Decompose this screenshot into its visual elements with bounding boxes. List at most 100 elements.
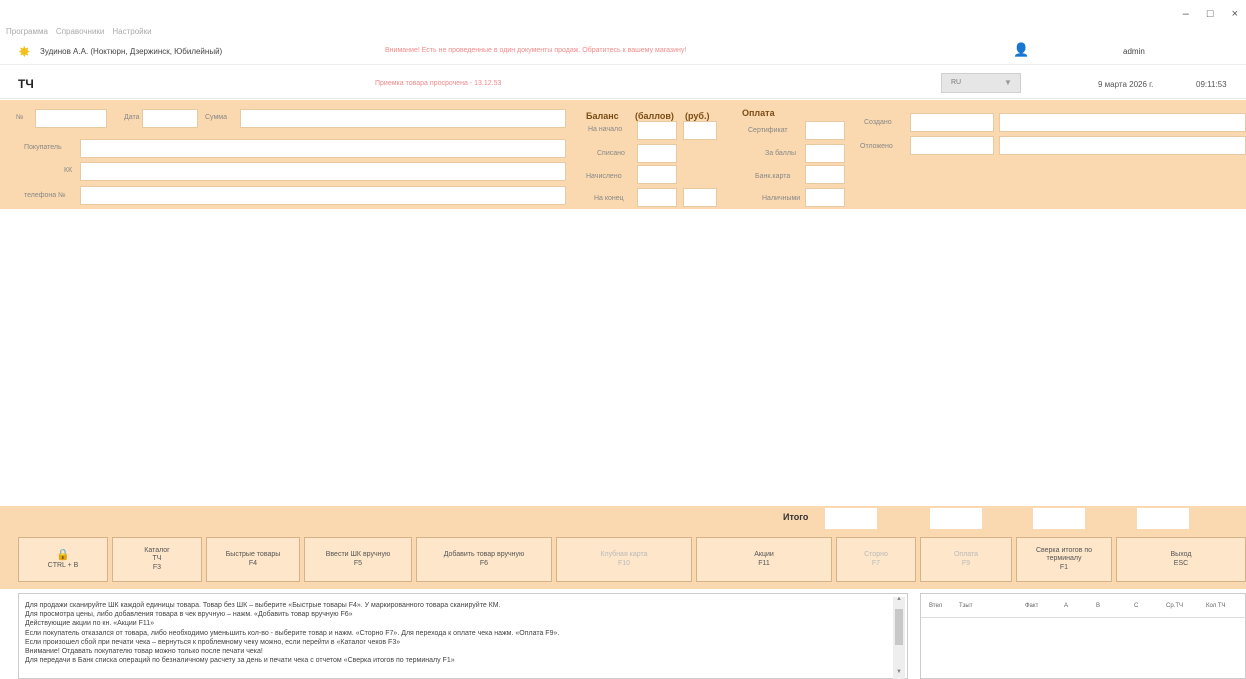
bank-card-field[interactable] <box>805 165 845 184</box>
menu-settings[interactable]: Настройки <box>112 27 151 36</box>
start-label: На начало <box>588 126 623 133</box>
modified-field-2[interactable] <box>999 136 1246 155</box>
kk-field[interactable] <box>80 162 566 181</box>
scroll-up-icon[interactable]: ▲ <box>896 596 902 602</box>
cash-field[interactable] <box>805 188 845 207</box>
payment-button[interactable]: Оплата F9 <box>920 537 1012 582</box>
written-label: Списано <box>597 150 625 157</box>
top-info-bar: ✸ Зудинов А.А. (Ноктюрн, Дзержинск, Юбил… <box>0 39 1246 65</box>
club-card-button[interactable]: Клубная карта F10 <box>556 537 692 582</box>
quick-goods-button[interactable]: Быстрые товары F4 <box>206 537 300 582</box>
items-table[interactable] <box>0 209 1246 506</box>
buyer-label: Покупатель <box>24 144 62 151</box>
start-rub-field[interactable] <box>683 121 717 140</box>
created-field-1[interactable] <box>910 113 994 132</box>
stats-table: Втел Тзыт Факт А В С Ср.ТЧ Кол ТЧ <box>920 593 1246 679</box>
lock-button[interactable]: 🔒 CTRL + B <box>18 537 108 582</box>
accrued-points-field[interactable] <box>637 165 677 184</box>
terminal-reconciliation-button[interactable]: Сверка итогов по терминалу F1 <box>1016 537 1112 582</box>
storno-label: Сторно <box>864 551 888 559</box>
menu-references[interactable]: Справочники <box>56 27 104 36</box>
add-product-shortcut: F6 <box>479 559 489 567</box>
phone-label: телефона № <box>24 192 66 199</box>
total-field-2 <box>930 508 982 529</box>
enter-barcode-button[interactable]: Ввести ШК вручную F5 <box>304 537 412 582</box>
club-card-shortcut: F10 <box>617 559 631 567</box>
end-rub-field[interactable] <box>683 188 717 207</box>
stats-col: А <box>1064 603 1069 609</box>
for-points-label: За баллы <box>765 150 797 157</box>
cert-label: Сертификат <box>748 127 788 134</box>
modified-field-1[interactable] <box>910 136 994 155</box>
close-button[interactable]: × <box>1232 8 1238 20</box>
receipt-form: № Дата Сумма Покупатель КК телефона № Ба… <box>0 100 1246 209</box>
exit-shortcut: ESC <box>1173 559 1189 567</box>
points-header: (баллов) <box>635 111 674 121</box>
help-line: Внимание! Отдавать покупателю товар можн… <box>25 648 263 656</box>
language-select[interactable]: RU ▼ <box>941 73 1021 93</box>
created-field-2[interactable] <box>999 113 1246 132</box>
username: admin <box>1123 47 1145 56</box>
sun-icon: ✸ <box>18 44 31 61</box>
number-field[interactable] <box>35 109 107 128</box>
stats-col: В <box>1096 603 1101 609</box>
accrued-label: Начислено <box>586 173 622 180</box>
help-line: Если покупатель отказался от товара, либ… <box>25 629 560 637</box>
stats-col: С <box>1134 603 1139 609</box>
balance-header: Баланс <box>586 111 619 121</box>
scroll-thumb[interactable] <box>895 609 903 645</box>
scroll-down-icon[interactable]: ▼ <box>896 669 902 675</box>
stats-col: Втел <box>929 603 943 609</box>
catalog-sub: ТЧ <box>152 555 162 563</box>
terminal-reconciliation-label: Сверка итогов по терминалу <box>1035 546 1093 563</box>
stats-col: Ср.ТЧ <box>1166 603 1184 609</box>
help-line: Для просмотра цены, либо добавления това… <box>25 611 353 619</box>
storno-shortcut: F7 <box>871 559 881 567</box>
lock-icon: 🔒 <box>56 548 70 561</box>
modified-label: Отложено <box>860 143 893 150</box>
promotions-button[interactable]: Акции F11 <box>696 537 832 582</box>
date-label: Дата <box>124 114 140 121</box>
cert-field[interactable] <box>805 121 845 140</box>
quick-goods-shortcut: F4 <box>248 559 258 567</box>
bank-card-label: Банк.карта <box>755 173 791 180</box>
promotions-label: Акции <box>754 551 774 559</box>
promotions-shortcut: F11 <box>758 559 770 567</box>
add-product-label: Добавить товар вручную <box>443 551 525 559</box>
store-name: Зудинов А.А. (Ноктюрн, Дзержинск, Юбилей… <box>40 47 223 56</box>
storno-button[interactable]: Сторно F7 <box>836 537 916 582</box>
rub-header: (руб.) <box>685 111 710 121</box>
maximize-button[interactable]: □ <box>1207 8 1214 20</box>
add-product-button[interactable]: Добавить товар вручную F6 <box>416 537 552 582</box>
end-label: На конец <box>594 195 624 202</box>
phone-field[interactable] <box>80 186 566 205</box>
date-field[interactable] <box>142 109 198 128</box>
cash-label: Наличными <box>762 195 801 202</box>
for-points-field[interactable] <box>805 144 845 163</box>
menubar: Программа Справочники Настройки <box>6 27 152 36</box>
totals-bar: Итого <box>0 506 1246 531</box>
buyer-field[interactable] <box>80 139 566 158</box>
help-line: Действующие акции по кн. «Акции F11» <box>25 620 155 628</box>
payment-shortcut: F9 <box>961 559 971 567</box>
end-points-field[interactable] <box>637 188 677 207</box>
written-points-field[interactable] <box>637 144 677 163</box>
exit-button[interactable]: Выход ESC <box>1116 537 1246 582</box>
help-line: Для передачи в Банк списка операций по б… <box>25 657 455 665</box>
stats-header: Втел Тзыт Факт А В С Ср.ТЧ Кол ТЧ <box>921 594 1246 618</box>
catalog-button[interactable]: Каталог ТЧ F3 <box>112 537 202 582</box>
quick-goods-label: Быстрые товары <box>225 551 281 559</box>
menu-program[interactable]: Программа <box>6 27 48 36</box>
lock-shortcut: CTRL + B <box>47 561 79 569</box>
sum-field[interactable] <box>240 109 566 128</box>
help-scrollbar[interactable]: ▲ ▼ <box>893 596 905 679</box>
minimize-button[interactable]: – <box>1183 8 1189 20</box>
user-icon: 👤 <box>1013 42 1030 57</box>
status-message: Приемка товара просрочена - 13.12.53 <box>375 80 502 87</box>
help-panel: Для продажи сканируйте ШК каждой единицы… <box>18 593 908 679</box>
enter-barcode-shortcut: F5 <box>353 559 363 567</box>
total-field-1 <box>825 508 877 529</box>
kk-label: КК <box>64 167 73 174</box>
start-points-field[interactable] <box>637 121 677 140</box>
language-value: RU <box>951 79 962 86</box>
